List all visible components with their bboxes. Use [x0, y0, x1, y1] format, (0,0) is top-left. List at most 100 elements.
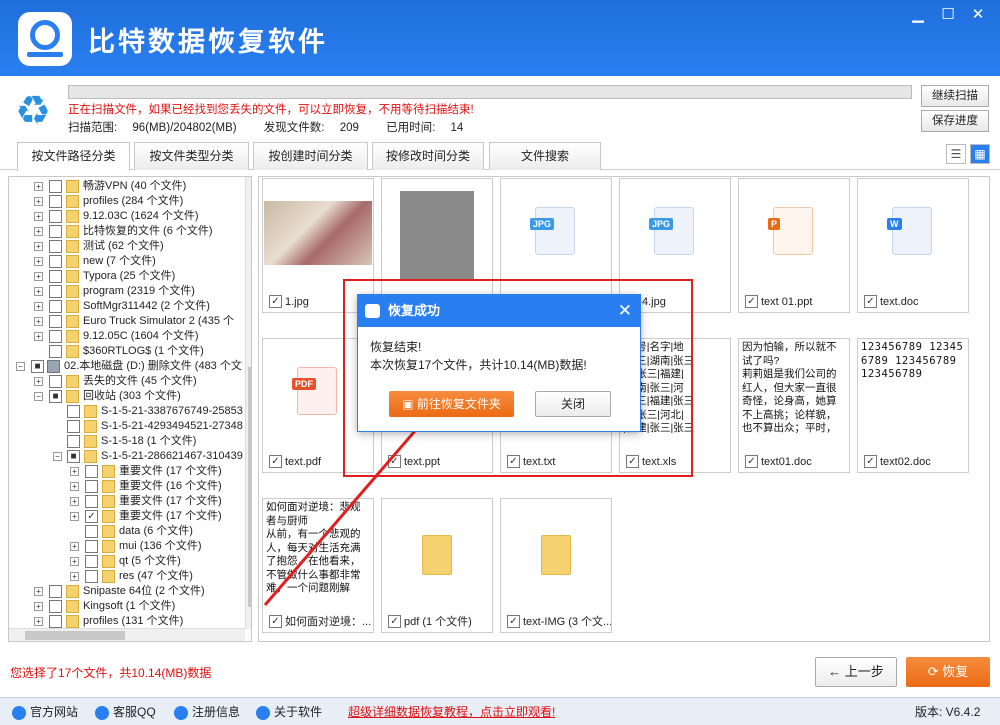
tree-checkbox[interactable] [85, 570, 98, 583]
expand-icon[interactable]: + [34, 617, 43, 626]
expand-icon[interactable]: + [34, 332, 43, 341]
expand-icon[interactable]: + [70, 557, 79, 566]
expand-icon[interactable]: + [70, 542, 79, 551]
expand-icon[interactable]: + [34, 587, 43, 596]
tree-item[interactable]: 畅游VPN (40 个文件) [83, 179, 186, 194]
expand-icon[interactable]: + [34, 272, 43, 281]
tree-checkbox[interactable] [85, 465, 98, 478]
collapse-icon[interactable]: − [34, 392, 43, 401]
tree-checkbox[interactable] [49, 225, 62, 238]
tree-checkbox[interactable] [49, 375, 62, 388]
tab-by-path[interactable]: 按文件路径分类 [17, 142, 130, 171]
expand-icon[interactable]: + [34, 197, 43, 206]
tree-checkbox[interactable] [49, 255, 62, 268]
tree-item[interactable]: $360RTLOG$ (1 个文件) [83, 344, 204, 359]
tree-item[interactable]: S-1-5-21-3387676749-25853 [101, 404, 243, 419]
expand-icon[interactable]: + [70, 512, 79, 521]
collapse-icon[interactable]: − [53, 452, 62, 461]
tree-checkbox[interactable] [67, 435, 80, 448]
expand-icon[interactable]: + [34, 377, 43, 386]
about-software-link[interactable]: 关于软件 [256, 704, 322, 720]
tree-item[interactable]: 重要文件 (17 个文件) [119, 464, 222, 479]
tree-item[interactable]: Snipaste 64位 (2 个文件) [83, 584, 205, 599]
tree-checkbox[interactable] [49, 585, 62, 598]
tree-item[interactable]: 测试 (62 个文件) [83, 239, 164, 254]
tree-checkbox[interactable] [49, 600, 62, 613]
tree-item[interactable]: Euro Truck Simulator 2 (435 个 [83, 314, 234, 329]
expand-icon[interactable]: + [34, 302, 43, 311]
recover-button[interactable]: ⟳ 恢复 [906, 657, 990, 687]
tree-item[interactable]: S-1-5-21-4293494521-27348 [101, 419, 243, 434]
tab-by-type[interactable]: 按文件类型分类 [134, 142, 249, 170]
tree-item[interactable]: 重要文件 (16 个文件) [119, 479, 222, 494]
tab-by-modified[interactable]: 按修改时间分类 [372, 142, 484, 170]
tree-checkbox[interactable] [49, 330, 62, 343]
tree-item[interactable]: 9.12.05C (1604 个文件) [83, 329, 199, 344]
expand-icon[interactable]: + [70, 467, 79, 476]
tree-item[interactable]: S-1-5-21-286621467-310439 [101, 449, 243, 464]
tree-item[interactable]: mui (136 个文件) [119, 539, 202, 554]
tree-item[interactable]: qt (5 个文件) [119, 554, 181, 569]
tree-item[interactable]: 比特恢复的文件 (6 个文件) [83, 224, 213, 239]
tree-checkbox[interactable] [49, 270, 62, 283]
tree-item[interactable]: data (6 个文件) [119, 524, 193, 539]
expand-icon[interactable]: + [70, 482, 79, 491]
save-progress-button[interactable]: 保存进度 [921, 110, 989, 132]
expand-icon[interactable]: + [34, 227, 43, 236]
tree-checkbox[interactable]: ✓ [85, 510, 98, 523]
tutorial-link[interactable]: 超级详细数据恢复教程，点击立即观看! [348, 704, 555, 720]
file-checkbox[interactable]: ✓ [269, 294, 282, 308]
file-checkbox[interactable]: ✓ [745, 454, 758, 468]
tree-checkbox[interactable] [49, 195, 62, 208]
register-info-link[interactable]: 注册信息 [174, 704, 240, 720]
tree-horizontal-scrollbar[interactable] [9, 628, 245, 641]
tree-checkbox[interactable] [49, 285, 62, 298]
maximize-button[interactable]: ☐ [934, 4, 962, 26]
list-view-icon[interactable]: ☰ [946, 144, 966, 164]
tree-item-selected[interactable]: 重要文件 (17 个文件) [119, 509, 222, 524]
tree-checkbox[interactable] [67, 405, 80, 418]
expand-icon[interactable]: + [34, 242, 43, 251]
tree-checkbox[interactable] [85, 540, 98, 553]
folder-card[interactable]: ✓ text-IMG (3 个文... [500, 498, 612, 633]
expand-icon[interactable]: + [34, 287, 43, 296]
tree-checkbox[interactable] [49, 180, 62, 193]
tree-item[interactable]: program (2319 个文件) [83, 284, 195, 299]
tree-checkbox[interactable] [67, 420, 80, 433]
tree-item-drive[interactable]: 02.本地磁盘 (D:) 删除文件 (483 个文 [64, 359, 242, 374]
official-website-link[interactable]: 官方网站 [12, 704, 78, 720]
tree-checkbox[interactable] [49, 210, 62, 223]
tree-checkbox[interactable] [49, 240, 62, 253]
tree-checkbox[interactable] [49, 615, 62, 628]
tree-checkbox[interactable]: ■ [67, 450, 80, 463]
file-checkbox[interactable]: ✓ [745, 294, 758, 308]
tree-checkbox[interactable] [85, 555, 98, 568]
tab-file-search[interactable]: 文件搜索 [489, 142, 601, 170]
tree-checkbox[interactable] [49, 345, 62, 358]
minimize-button[interactable]: ▁ [904, 4, 932, 26]
file-card[interactable]: 因为怕输，所以就不试了吗? 莉莉姐是我们公司的红人，但大家一直很奇怪，论身高，她… [738, 338, 850, 473]
tree-checkbox[interactable] [49, 300, 62, 313]
folder-card[interactable]: ✓ pdf (1 个文件) [381, 498, 493, 633]
file-checkbox[interactable]: ✓ [269, 614, 282, 628]
tree-item[interactable]: profiles (284 个文件) [83, 194, 183, 209]
file-checkbox[interactable]: ✓ [388, 614, 401, 628]
file-card[interactable]: W ✓ text.doc [857, 178, 969, 313]
tree-item[interactable]: Typora (25 个文件) [83, 269, 175, 284]
dialog-close-button[interactable]: 关闭 [535, 391, 611, 417]
dialog-close-icon[interactable]: ✕ [618, 295, 632, 327]
file-card[interactable]: P ✓ text 01.ppt [738, 178, 850, 313]
tree-item[interactable]: profiles (131 个文件) [83, 614, 183, 629]
expand-icon[interactable]: + [34, 257, 43, 266]
tree-item[interactable]: new (7 个文件) [83, 254, 156, 269]
tree-item[interactable]: 回收站 (303 个文件) [83, 389, 181, 404]
collapse-icon[interactable]: − [16, 362, 25, 371]
expand-icon[interactable]: + [34, 182, 43, 191]
expand-icon[interactable]: + [70, 497, 79, 506]
tree-vertical-scrollbar[interactable] [245, 177, 251, 629]
open-recovery-folder-button[interactable]: ▣ 前往恢复文件夹 [389, 391, 514, 417]
tree-checkbox[interactable]: ■ [49, 390, 62, 403]
tree-item[interactable]: 9.12.03C (1624 个文件) [83, 209, 199, 224]
file-checkbox[interactable]: ✓ [864, 294, 877, 308]
expand-icon[interactable]: + [70, 572, 79, 581]
